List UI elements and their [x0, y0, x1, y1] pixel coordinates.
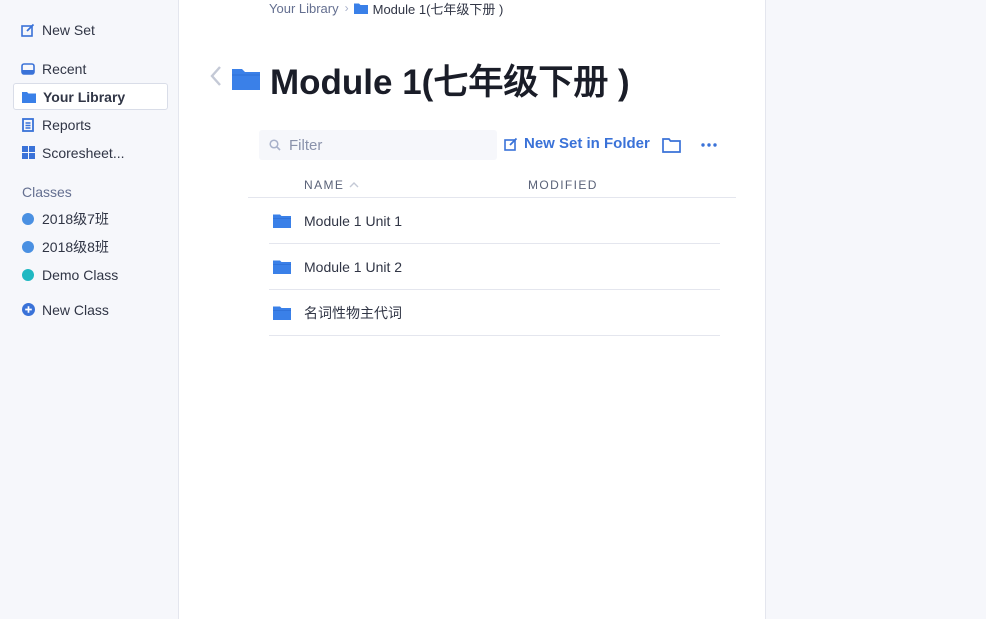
sidebar-item-class-2[interactable]: 2018级8班 [13, 233, 168, 260]
new-set-in-folder-label: New Set in Folder [524, 135, 650, 152]
row-name: Module 1 Unit 1 [304, 212, 403, 229]
sidebar-item-label: New Class [42, 301, 109, 318]
folder-icon [353, 3, 368, 14]
sidebar-item-class-3[interactable]: Demo Class [13, 261, 168, 288]
page-title: Module 1(七年级下册 ) [270, 62, 630, 102]
sidebar-item-label: Reports [42, 116, 92, 133]
table-row[interactable]: Module 1 Unit 2 [269, 244, 720, 290]
sidebar-item-class-1[interactable]: 2018级7班 [13, 205, 168, 232]
breadcrumb: Your Library › Module 1(七年级下册 ) [269, 0, 504, 17]
sidebar-item-your-library[interactable]: Your Library [13, 83, 168, 110]
new-class-button[interactable]: New Class [13, 296, 168, 323]
recent-icon [21, 62, 35, 76]
breadcrumb-current: Module 1(七年级下册 ) [372, 1, 504, 17]
breadcrumb-root-link[interactable]: Your Library [269, 1, 339, 16]
class-dot-icon [21, 212, 35, 226]
sort-ascending-icon [349, 182, 359, 188]
new-set-in-folder-button[interactable]: New Set in Folder [504, 135, 650, 152]
sidebar-item-label: Your Library [43, 88, 126, 105]
sidebar: New Set Recent Your Library Reports Scor… [0, 0, 179, 619]
title-row: Module 1(七年级下册 ) [209, 57, 630, 102]
sidebar-item-recent[interactable]: Recent [13, 55, 168, 82]
folder-icon [273, 306, 291, 320]
column-modified-header[interactable]: MODIFIED [528, 178, 598, 192]
row-name: 名词性物主代词 [304, 304, 402, 321]
folder-icon [22, 90, 36, 104]
column-label: MODIFIED [528, 178, 598, 192]
filter-input[interactable] [289, 136, 479, 154]
folder-outline-icon [661, 137, 681, 153]
main-panel: Your Library › Module 1(七年级下册 ) Module 1… [179, 0, 765, 619]
grid-icon [21, 146, 35, 160]
chevron-right-icon: › [344, 1, 349, 15]
column-name-header[interactable]: NAME [304, 178, 359, 192]
plus-circle-icon [21, 303, 35, 317]
folder-toolbar: New Set in Folder [259, 130, 719, 160]
more-options-button[interactable] [699, 135, 719, 155]
class-dot-icon [21, 268, 35, 282]
classes-heading: Classes [22, 184, 72, 200]
sidebar-item-reports[interactable]: Reports [13, 111, 168, 138]
sidebar-item-label: Scoresheet... [42, 144, 125, 161]
right-gutter [765, 0, 986, 619]
reports-icon [21, 117, 35, 132]
table-row[interactable]: Module 1 Unit 1 [269, 198, 720, 244]
sidebar-item-scoresheets[interactable]: Scoresheet... [13, 139, 168, 166]
table-row[interactable]: 名词性物主代词 [269, 290, 720, 336]
edit-icon [21, 23, 35, 37]
add-folder-button[interactable] [661, 135, 681, 155]
search-icon [269, 139, 281, 151]
folder-icon [273, 260, 291, 274]
folder-icon [273, 214, 291, 228]
new-set-label: New Set [42, 21, 95, 38]
ellipsis-icon [701, 143, 717, 147]
sidebar-item-label: 2018级7班 [42, 210, 109, 227]
sidebar-item-label: Demo Class [42, 266, 119, 283]
filter-box [259, 130, 497, 160]
edit-icon [504, 137, 518, 151]
column-label: NAME [304, 178, 345, 192]
chevron-left-icon[interactable] [209, 64, 229, 95]
new-set-button[interactable]: New Set [13, 16, 168, 43]
sidebar-item-label: Recent [42, 60, 87, 77]
row-name: Module 1 Unit 2 [304, 258, 403, 275]
folder-icon [232, 68, 260, 90]
class-dot-icon [21, 240, 35, 254]
sidebar-item-label: 2018级8班 [42, 238, 109, 255]
table-header: NAME MODIFIED [248, 177, 736, 198]
